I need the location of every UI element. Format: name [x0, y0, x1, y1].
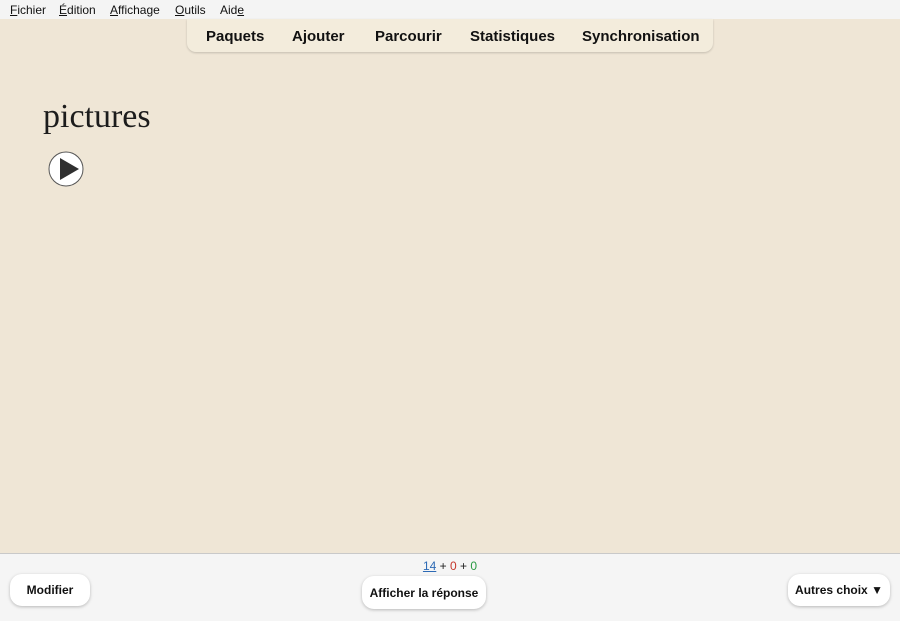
menu-fichier[interactable]: Fichier [10, 3, 46, 17]
menu-outils[interactable]: Outils [175, 3, 206, 17]
main-toolbar: Paquets Ajouter Parcourir Statistiques S… [187, 19, 713, 52]
count-separator: + [456, 559, 471, 573]
menu-aide[interactable]: Aide [220, 3, 244, 17]
review-bottom-bar: 14 + 0 + 0 Modifier Afficher la réponse … [0, 553, 900, 621]
new-count: 14 [422, 559, 437, 573]
learn-count: 0 [449, 559, 457, 573]
tab-decks[interactable]: Paquets [206, 28, 264, 45]
tab-add[interactable]: Ajouter [292, 28, 345, 45]
menu-bar: Fichier Édition Affichage Outils Aide [0, 0, 900, 19]
menu-edition[interactable]: Édition [59, 3, 96, 17]
tab-browse[interactable]: Parcourir [375, 28, 442, 45]
show-answer-button[interactable]: Afficher la réponse [362, 576, 486, 609]
menu-affichage[interactable]: Affichage [110, 3, 160, 17]
tab-sync[interactable]: Synchronisation [582, 28, 700, 45]
count-separator: + [436, 559, 450, 573]
card-question-text: pictures [43, 98, 151, 135]
due-counts: 14 + 0 + 0 [0, 559, 900, 573]
edit-button[interactable]: Modifier [10, 574, 90, 606]
more-options-button[interactable]: Autres choix ▼ [788, 574, 890, 606]
review-count: 0 [470, 559, 478, 573]
tab-stats[interactable]: Statistiques [470, 28, 555, 45]
play-icon[interactable] [48, 151, 84, 187]
